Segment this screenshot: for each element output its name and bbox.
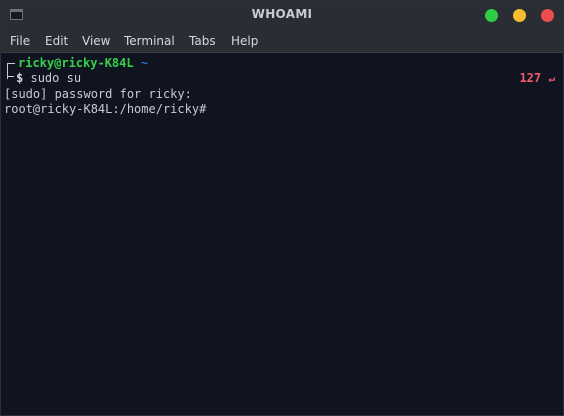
title-bar[interactable]: WHOAMI (1, 1, 563, 30)
prompt-line: ricky@ricky-K84L ~ (18, 55, 148, 71)
menu-bar: File Edit View Terminal Tabs Help (1, 30, 563, 53)
prompt-dir: ~ (140, 56, 149, 70)
command-line: $ sudo su (16, 70, 81, 86)
terminal-area[interactable]: ricky@ricky-K84L ~ $ sudo su 127 ↵ [sudo… (1, 54, 563, 415)
output-line-root-prompt: root@ricky-K84L:/home/ricky# (4, 102, 207, 116)
menu-help[interactable]: Help (231, 34, 258, 48)
output-line-sudo: [sudo] password for ricky: (4, 87, 192, 101)
minimize-button[interactable] (513, 9, 526, 22)
terminal-window: WHOAMI File Edit View Terminal Tabs Help… (0, 0, 564, 416)
return-icon: ↵ (548, 72, 555, 85)
maximize-button[interactable] (485, 9, 498, 22)
menu-tabs[interactable]: Tabs (189, 34, 216, 48)
window-title: WHOAMI (251, 7, 313, 21)
prompt-bracket-bottom-icon (7, 71, 14, 77)
menu-view[interactable]: View (82, 34, 110, 48)
menu-terminal[interactable]: Terminal (124, 34, 175, 48)
exit-status: 127 ↵ (519, 70, 555, 87)
close-button[interactable] (541, 9, 554, 22)
prompt-symbol: $ (16, 71, 24, 85)
exit-code: 127 (519, 71, 542, 85)
prompt-user: ricky@ricky-K84L (18, 56, 134, 70)
menu-edit[interactable]: Edit (45, 34, 68, 48)
menu-file[interactable]: File (10, 34, 30, 48)
command-text: sudo su (30, 71, 82, 85)
